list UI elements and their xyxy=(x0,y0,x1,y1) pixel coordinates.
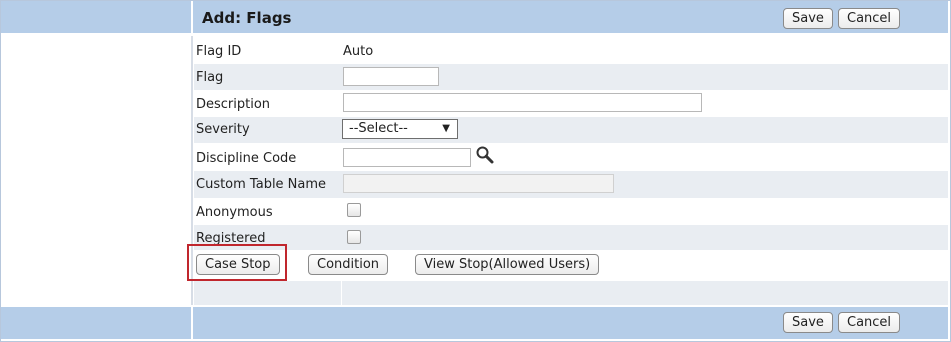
search-icon[interactable] xyxy=(475,145,495,165)
flag-id-value: Auto xyxy=(343,44,374,59)
footer-left-cell xyxy=(1,307,193,339)
custom-table-name-input xyxy=(343,174,614,193)
registered-row: Registered xyxy=(194,225,948,250)
footer-cancel-button[interactable]: Cancel xyxy=(838,312,901,333)
highlight-box xyxy=(187,244,287,281)
anonymous-checkbox[interactable] xyxy=(347,203,361,217)
flag-id-label: Flag ID xyxy=(196,44,242,59)
cancel-button[interactable]: Cancel xyxy=(838,8,901,29)
anonymous-label: Anonymous xyxy=(196,205,273,220)
empty-row xyxy=(194,281,948,305)
registered-checkbox[interactable] xyxy=(347,230,361,244)
page-title: Add: Flags xyxy=(202,9,292,27)
discipline-code-label: Discipline Code xyxy=(196,151,297,166)
severity-label: Severity xyxy=(196,122,250,137)
severity-select[interactable]: --Select-- ▼ xyxy=(342,119,458,139)
left-panel xyxy=(1,36,193,305)
severity-selected-value: --Select-- xyxy=(349,121,408,136)
view-stop-button[interactable]: View Stop(Allowed Users) xyxy=(415,254,600,275)
save-button[interactable]: Save xyxy=(783,8,833,29)
discipline-code-row: Discipline Code xyxy=(194,143,948,171)
header-left-cell xyxy=(1,1,193,33)
flag-id-row: Flag ID Auto xyxy=(194,37,948,64)
flag-input[interactable] xyxy=(343,67,439,86)
custom-table-name-label: Custom Table Name xyxy=(196,177,327,192)
condition-button[interactable]: Condition xyxy=(308,254,389,275)
dropdown-arrow-icon: ▼ xyxy=(442,123,450,134)
discipline-code-input[interactable] xyxy=(343,148,471,167)
footer-save-button[interactable]: Save xyxy=(783,312,833,333)
description-label: Description xyxy=(196,97,271,112)
column-separator xyxy=(341,281,342,305)
severity-row: Severity xyxy=(194,117,948,143)
description-input[interactable] xyxy=(343,93,702,112)
anonymous-row: Anonymous xyxy=(194,198,948,225)
flag-label: Flag xyxy=(196,70,224,85)
flag-row: Flag xyxy=(194,64,948,90)
